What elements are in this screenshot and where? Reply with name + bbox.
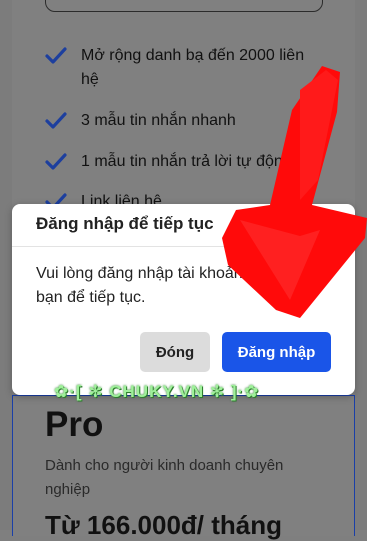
check-icon bbox=[45, 45, 67, 67]
feature-item: Mở rộng danh bạ đến 2000 liên hệ bbox=[45, 44, 325, 99]
plan-price: Từ 166.000đ/ tháng bbox=[45, 510, 283, 540]
feature-label: Mở rộng danh bạ đến 2000 liên hệ bbox=[81, 47, 305, 88]
plan-card-pro: Pro Dành cho người kinh doanh chuyên ngh… bbox=[12, 395, 355, 540]
page-margin-left bbox=[0, 0, 12, 530]
login-required-dialog: Đăng nhập để tiếp tục Vui lòng đăng nhập… bbox=[12, 204, 355, 395]
feature-item: 3 mẫu tin nhắn nhanh bbox=[45, 109, 325, 133]
feature-label: 3 mẫu tin nhắn nhanh bbox=[81, 112, 236, 129]
feature-list: Mở rộng danh bạ đến 2000 liên hệ 3 mẫu t… bbox=[45, 44, 325, 230]
plan-select-button[interactable] bbox=[45, 0, 323, 12]
dialog-message: Vui lòng đăng nhập tài khoản Zalo bạn để… bbox=[36, 265, 279, 306]
plan-name: Pro bbox=[45, 405, 104, 444]
dialog-title: Đăng nhập để tiếp tục bbox=[36, 214, 214, 233]
feature-label: 1 mẫu tin nhắn trả lời tự động bbox=[81, 153, 292, 170]
dialog-header: Đăng nhập để tiếp tục bbox=[12, 204, 355, 247]
check-icon bbox=[45, 110, 67, 132]
check-icon bbox=[45, 151, 67, 173]
plan-description: Dành cho người kinh doanh chuyên nghiệp bbox=[45, 457, 284, 498]
login-button[interactable]: Đăng nhập bbox=[222, 332, 331, 372]
page-margin-right bbox=[355, 0, 367, 530]
feature-item: 1 mẫu tin nhắn trả lời tự động bbox=[45, 150, 325, 174]
close-button[interactable]: Đóng bbox=[140, 332, 210, 372]
